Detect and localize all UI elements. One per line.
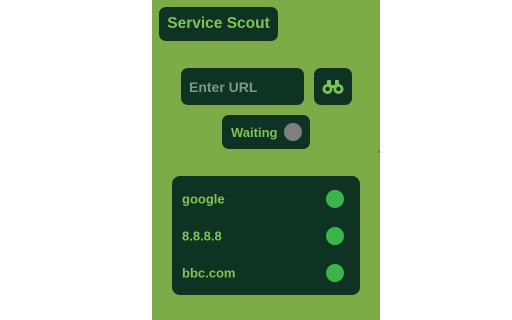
service-name: 8.8.8.8 (182, 228, 222, 243)
list-item-google[interactable]: google (172, 180, 360, 217)
panel-edge-mark (378, 150, 380, 153)
service-name: bbc.com (182, 265, 236, 280)
service-status-dot (326, 226, 344, 245)
service-name: google (182, 191, 225, 206)
status-label: Waiting (231, 124, 278, 140)
list-item-bbc[interactable]: bbc.com (172, 254, 360, 291)
app-title: Service Scout (159, 7, 278, 41)
list-item-8888[interactable]: 8.8.8.8 (172, 217, 360, 254)
binoculars-icon (322, 79, 344, 94)
url-input[interactable] (181, 68, 304, 105)
service-list: google 8.8.8.8 bbc.com (172, 176, 360, 295)
page: Service Scout Waiting google 8.8.8.8 bbc… (0, 0, 512, 320)
search-button[interactable] (314, 68, 352, 105)
service-status-dot (326, 263, 344, 282)
status-indicator: Waiting (222, 115, 310, 149)
status-dot (284, 123, 302, 141)
service-status-dot (326, 189, 344, 208)
